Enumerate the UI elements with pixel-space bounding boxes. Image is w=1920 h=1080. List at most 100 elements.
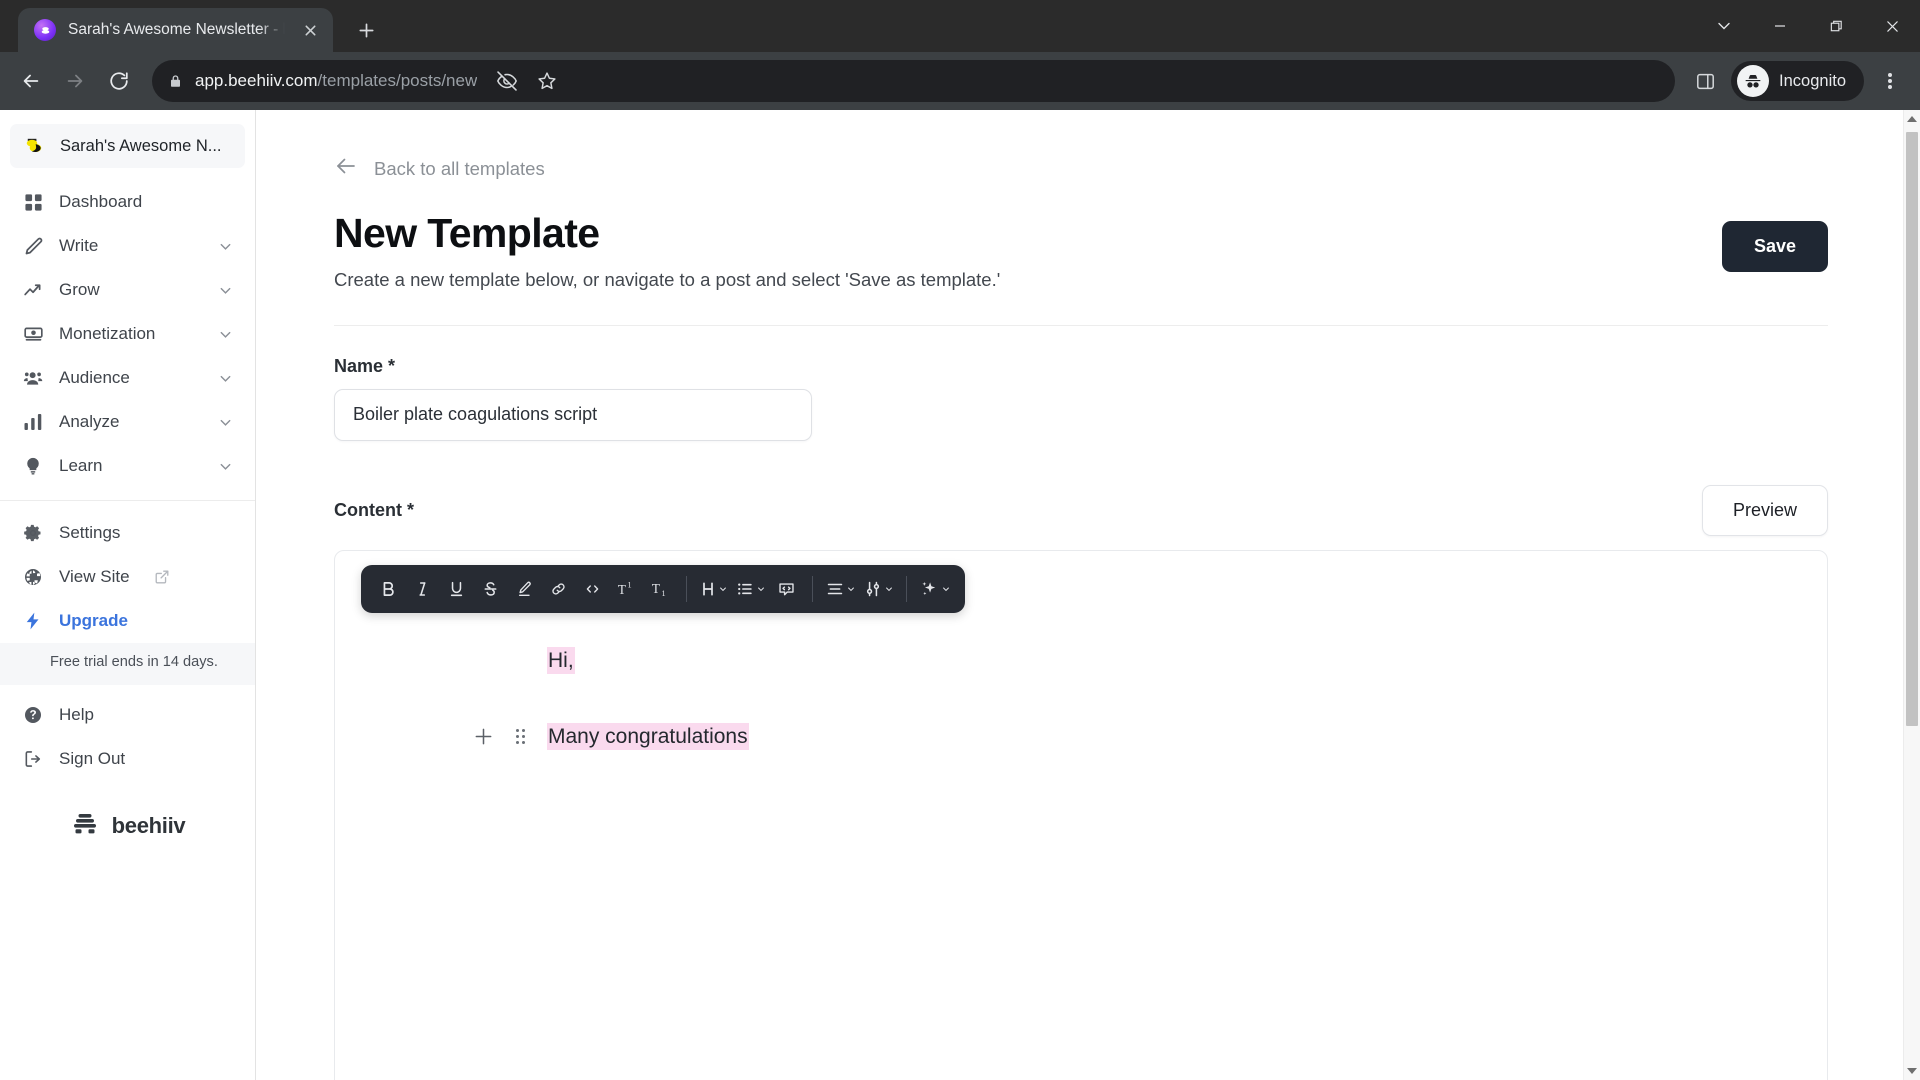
chevron-down-icon bbox=[218, 415, 233, 430]
trending-up-icon bbox=[22, 279, 44, 301]
beehiiv-brand: beehiiv bbox=[0, 781, 255, 878]
svg-text:1: 1 bbox=[661, 589, 665, 598]
sidebar-item-upgrade[interactable]: Upgrade bbox=[0, 599, 255, 643]
sidebar-item-settings[interactable]: Settings bbox=[0, 511, 255, 555]
underline-button[interactable] bbox=[440, 570, 473, 608]
sidebar-item-view-site[interactable]: View Site bbox=[0, 555, 255, 599]
back-button[interactable] bbox=[10, 60, 52, 102]
sidebar-item-monetization[interactable]: Monetization bbox=[0, 312, 255, 356]
three-dot-menu-icon[interactable] bbox=[1870, 61, 1910, 101]
lock-icon bbox=[168, 74, 183, 89]
banknote-icon bbox=[22, 323, 44, 345]
external-link-icon bbox=[154, 569, 170, 585]
code-button[interactable] bbox=[576, 570, 609, 608]
subscript-button[interactable]: T1 bbox=[644, 570, 677, 608]
chevron-down-icon bbox=[758, 587, 764, 592]
name-field-label: Name * bbox=[334, 355, 396, 376]
beehiiv-favicon-icon bbox=[34, 19, 56, 41]
drag-handle-icon[interactable] bbox=[516, 729, 525, 745]
incognito-avatar-icon bbox=[1737, 65, 1770, 97]
svg-text:T: T bbox=[651, 581, 659, 596]
svg-text:T: T bbox=[617, 582, 625, 597]
sidebar-item-grow[interactable]: Grow bbox=[0, 268, 255, 312]
editor-block[interactable]: Many congratulations bbox=[335, 715, 1827, 759]
sidebar-item-label: View Site bbox=[59, 567, 130, 586]
sidebar-item-sign-out[interactable]: Sign Out bbox=[0, 737, 255, 781]
editor-block-text[interactable]: Many congratulations bbox=[547, 722, 749, 751]
header-divider bbox=[334, 324, 1828, 326]
main-scrollbar[interactable] bbox=[1903, 110, 1920, 1080]
sidebar-item-label: Dashboard bbox=[59, 192, 143, 211]
close-window-button[interactable] bbox=[1864, 0, 1920, 52]
toolbar-separator bbox=[686, 575, 687, 602]
sidebar-item-label: Sign Out bbox=[59, 748, 126, 768]
sidebar-primary-nav: Dashboard Write Grow Monetization Audien… bbox=[0, 180, 255, 488]
save-button[interactable]: Save bbox=[1721, 221, 1828, 272]
sidebar-secondary-nav: Settings View Site Upgrade bbox=[0, 511, 255, 643]
beehiiv-brand-text: beehiiv bbox=[111, 813, 186, 839]
chevron-down-icon bbox=[848, 587, 854, 592]
browser-tab[interactable]: Sarah's Awesome Newsletter - b bbox=[18, 8, 333, 52]
ai-sparkle-dropdown[interactable] bbox=[916, 570, 954, 608]
minimize-button[interactable] bbox=[1752, 0, 1808, 52]
trial-notice: Free trial ends in 14 days. bbox=[0, 643, 255, 685]
main-scroll-down-arrow[interactable] bbox=[1904, 1063, 1920, 1080]
maximize-restore-button[interactable] bbox=[1808, 0, 1864, 52]
sidebar-item-help[interactable]: Help bbox=[0, 693, 255, 737]
italic-button[interactable] bbox=[406, 570, 439, 608]
page-header: New Template Create a new template below… bbox=[334, 210, 1828, 291]
highlighted-text: Hi, bbox=[547, 646, 575, 674]
sidebar-footer-nav: Help Sign Out bbox=[0, 693, 255, 781]
close-tab-icon[interactable] bbox=[297, 17, 323, 43]
third-party-cookie-blocked-icon[interactable] bbox=[489, 63, 525, 99]
name-input[interactable] bbox=[334, 388, 812, 441]
superscript-button[interactable]: T1 bbox=[610, 570, 643, 608]
sidebar-item-label: Grow bbox=[59, 280, 100, 299]
chevron-down-icon bbox=[720, 587, 726, 592]
back-to-templates-link[interactable]: Back to all templates bbox=[334, 154, 545, 183]
tab-search-chevron-icon[interactable] bbox=[1696, 0, 1752, 52]
toolbar-separator bbox=[906, 575, 907, 602]
sidebar-item-analyze[interactable]: Analyze bbox=[0, 400, 255, 444]
users-icon bbox=[22, 367, 44, 389]
sidebar-item-write[interactable]: Write bbox=[0, 224, 255, 268]
main-scroll-thumb[interactable] bbox=[1906, 132, 1918, 726]
bookmark-star-icon[interactable] bbox=[529, 63, 565, 99]
sidebar-item-label: Analyze bbox=[59, 412, 120, 431]
sliders-dropdown[interactable] bbox=[860, 570, 897, 608]
sidebar-item-learn[interactable]: Learn bbox=[0, 444, 255, 488]
list-dropdown[interactable] bbox=[732, 570, 769, 608]
address-bar[interactable]: app.beehiiv.com/templates/posts/new bbox=[152, 60, 1676, 102]
strikethrough-button[interactable] bbox=[474, 570, 507, 608]
main-scroll-up-arrow[interactable] bbox=[1904, 110, 1920, 127]
logout-icon bbox=[22, 748, 44, 770]
forward-button bbox=[54, 60, 96, 102]
bold-button[interactable] bbox=[372, 570, 405, 608]
add-block-icon[interactable] bbox=[473, 726, 494, 747]
sidebar-item-audience[interactable]: Audience bbox=[0, 356, 255, 400]
preview-button[interactable]: Preview bbox=[1701, 484, 1828, 536]
browser-titlebar: Sarah's Awesome Newsletter - b bbox=[0, 0, 1920, 52]
reload-button[interactable] bbox=[98, 60, 140, 102]
lightning-bolt-icon bbox=[22, 610, 44, 632]
question-circle-icon bbox=[22, 704, 44, 726]
content-editor[interactable]: T1 T1 Hi, Many congratulations bbox=[334, 549, 1828, 1080]
url-domain: app.beehiiv.com bbox=[195, 71, 318, 90]
highlight-pen-button[interactable] bbox=[508, 570, 541, 608]
new-tab-button[interactable] bbox=[347, 11, 385, 49]
editor-block[interactable]: Hi, bbox=[335, 639, 1827, 683]
align-dropdown[interactable] bbox=[822, 570, 859, 608]
page-title: New Template bbox=[334, 210, 600, 256]
sidebar-item-label: Settings bbox=[59, 523, 121, 542]
workspace-selector[interactable]: Sarah's Awesome N... bbox=[10, 124, 245, 168]
incognito-profile-button[interactable]: Incognito bbox=[1731, 61, 1864, 101]
embed-button[interactable] bbox=[770, 570, 803, 608]
editor-block-text[interactable]: Hi, bbox=[547, 646, 575, 675]
sidebar-item-label: Monetization bbox=[59, 324, 156, 343]
lightbulb-icon bbox=[22, 455, 44, 477]
url-text: app.beehiiv.com/templates/posts/new bbox=[195, 71, 477, 91]
sidebar-item-dashboard[interactable]: Dashboard bbox=[0, 180, 255, 224]
side-panel-icon[interactable] bbox=[1687, 63, 1723, 99]
heading-dropdown[interactable] bbox=[696, 570, 731, 608]
link-button[interactable] bbox=[542, 570, 575, 608]
